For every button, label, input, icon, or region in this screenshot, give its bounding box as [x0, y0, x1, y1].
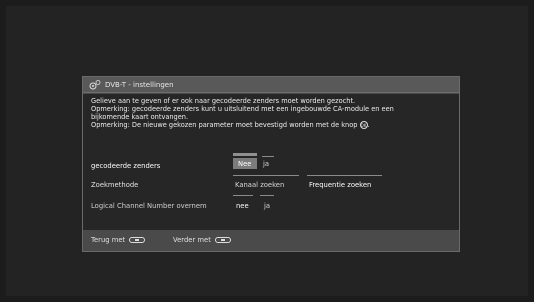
dialog-footer: Terug met Verder met: [83, 230, 459, 251]
back-label: Terug met: [91, 236, 126, 244]
option-nee-lcn-line: [233, 195, 253, 196]
option-frequency-search[interactable]: Frequentie zoeken: [309, 181, 371, 189]
message-line-4: Opmerking: De nieuwe gekozen parameter m…: [91, 121, 370, 129]
option-frequency-search-line: [307, 175, 382, 176]
dialog-title: DVB-T - instellingen: [105, 81, 174, 89]
option-channel-search-line: [233, 175, 299, 176]
next-hint[interactable]: Verder met: [173, 236, 232, 244]
back-hint[interactable]: Terug met: [91, 236, 146, 244]
dvbt-settings-dialog: DVB-T - instellingen Gelieve aan te geve…: [82, 76, 460, 252]
next-label: Verder met: [173, 236, 211, 244]
option-ja-line: [262, 156, 274, 157]
row-label-lcn: Logical Channel Number overnem: [91, 202, 207, 210]
back-button-icon: [129, 237, 146, 243]
settings-gears-icon: [89, 80, 101, 90]
option-ja[interactable]: ja: [263, 160, 269, 168]
row-label-encrypted-channels: gecodeerde zenders: [91, 162, 161, 170]
option-nee[interactable]: Nee: [238, 160, 251, 168]
row-label-search-method: Zoekmethode: [91, 181, 139, 189]
next-button-icon: [215, 237, 232, 243]
option-ja-lcn[interactable]: ja: [264, 202, 270, 210]
dialog-content: Gelieve aan te geven of er ook naar geco…: [83, 94, 459, 231]
option-nee-lcn[interactable]: nee: [236, 202, 249, 210]
ok-button-icon: OK: [359, 121, 368, 129]
option-channel-search[interactable]: Kanaal zoeken: [235, 181, 284, 189]
option-ja-lcn-line: [260, 195, 274, 196]
option-indicator-nee: [233, 153, 257, 156]
dialog-titlebar: DVB-T - instellingen: [83, 77, 459, 93]
message-line-4-text: Opmerking: De nieuwe gekozen parameter m…: [91, 121, 358, 129]
